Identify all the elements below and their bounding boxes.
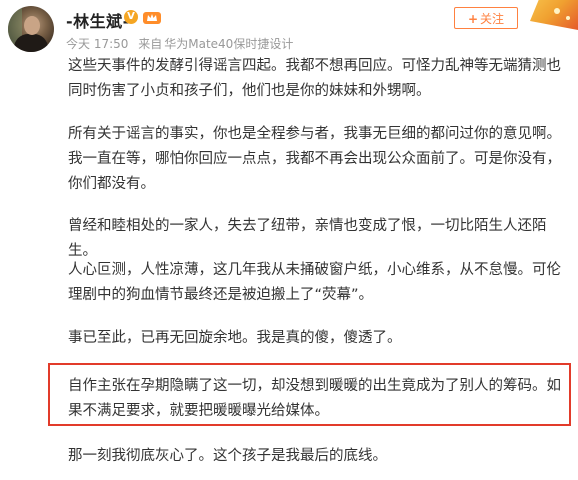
- follow-label: 关注: [480, 12, 505, 26]
- post-paragraph-3: 曾经和睦相处的一家人，失去了纽带，亲情也变成了恨，一切比陌生人还陌生。: [68, 218, 547, 259]
- post-header: -林生斌- V 今天 17:50 来自 华为Mate40保时捷设计 + 关注: [0, 0, 578, 60]
- post-paragraph-4: 人心叵测，人性凉薄，这几年我从未捅破窗户纸，小心维系，从不怠慢。可伦理剧中的狗血…: [68, 262, 561, 303]
- post-time: 今天 17:50: [66, 37, 129, 51]
- highlight-box: [48, 363, 571, 426]
- post-paragraph-1: 这些天事件的发酵引得谣言四起。我都不想再回应。可怪力乱神等无端猜测也同时伤害了小…: [68, 58, 561, 99]
- verified-badge-icon: V: [124, 10, 138, 24]
- user-name[interactable]: -林生斌-: [66, 8, 130, 32]
- avatar[interactable]: [8, 6, 54, 52]
- corner-decoration: [530, 0, 578, 30]
- follow-button[interactable]: + 关注: [454, 7, 518, 29]
- plus-icon: +: [467, 12, 479, 26]
- post-meta: 今天 17:50 来自 华为Mate40保时捷设计: [66, 35, 299, 52]
- vip-crown-icon: [143, 12, 161, 24]
- post-paragraph-2: 所有关于谣言的事实，你也是全程参与者，我事无巨细的都问过你的意见啊。我一直在等，…: [68, 126, 561, 192]
- post-paragraph-5: 事已至此，已再无回旋余地。我是真的傻，傻透了。: [68, 330, 402, 346]
- post-paragraph-7: 那一刻我彻底灰心了。这个孩子是我最后的底线。: [68, 448, 387, 464]
- source-device[interactable]: 华为Mate40保时捷设计: [164, 37, 293, 51]
- source-prefix: 来自: [138, 37, 163, 51]
